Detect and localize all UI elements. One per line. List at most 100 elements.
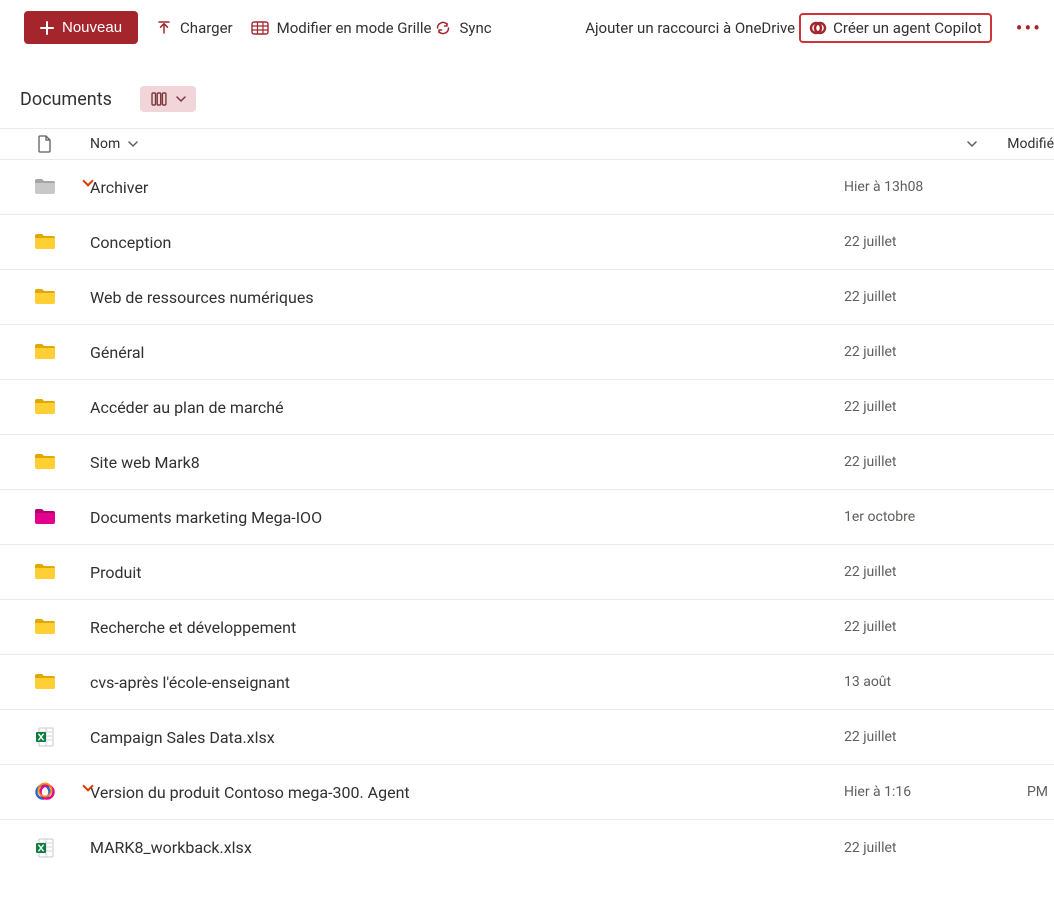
copilot-icon [809,19,827,37]
folder-icon [34,563,56,581]
create-copilot-agent-button[interactable]: Créer un agent Copilot [799,13,992,43]
folder-icon [34,673,56,691]
column-header-sort[interactable] [957,137,987,152]
table-row[interactable]: cvs-après l'école-enseignant 13 août [0,655,1054,710]
row-icon-slot [0,343,90,361]
view-selector[interactable] [140,86,196,112]
table-row[interactable]: Archiver Hier à 13h08 [0,160,1054,215]
onedrive-shortcut-button[interactable]: Ajouter un raccourci à OneDrive [585,19,795,37]
column-header-name-label: Nom [90,136,120,152]
row-icon-slot [0,781,90,803]
table-row[interactable]: Accéder au plan de marché 22 juillet [0,380,1054,435]
row-icon-slot [0,288,90,306]
upload-label: Charger [180,19,233,37]
row-name: Version du produit Contoso mega-300. Age… [90,783,844,802]
row-modified: 22 juillet [844,234,994,250]
excel-file-icon [35,727,55,747]
row-name: Archiver [90,178,844,197]
new-button-label: Nouveau [62,19,122,36]
row-icon-slot [0,398,90,416]
toolbar: Nouveau Charger Modifier en mode Grille … [0,0,1054,56]
new-button[interactable]: Nouveau [24,11,138,44]
file-list: Archiver Hier à 13h08 Conception 22 juil… [0,160,1054,875]
table-row[interactable]: Recherche et développement 22 juillet [0,600,1054,655]
sync-icon [435,20,451,36]
row-modified: 22 juillet [844,619,994,635]
folder-icon [34,453,56,471]
column-header-type[interactable] [0,135,90,153]
copilot-agent-icon [34,781,56,803]
grid-icon [251,20,269,36]
row-name: Documents marketing Mega-IOO [90,508,844,527]
row-icon-slot [0,178,90,196]
column-header-name[interactable]: Nom [90,136,957,152]
row-modified: 22 juillet [844,289,994,305]
table-row[interactable]: Documents marketing Mega-IOO 1er octobre [0,490,1054,545]
create-copilot-agent-label: Créer un agent Copilot [833,19,982,37]
row-modified: 22 juillet [844,564,994,580]
folder-icon [34,618,56,636]
row-modified: 22 juillet [844,729,994,745]
row-name: Produit [90,563,844,582]
row-modified: 22 juillet [844,344,994,360]
chevron-down-icon [176,95,186,103]
table-row[interactable]: Site web Mark8 22 juillet [0,435,1054,490]
excel-file-icon [35,838,55,858]
row-modified: 22 juillet [844,399,994,415]
library-header: Documents [0,56,1054,128]
column-header-modified[interactable]: Modifié [1007,136,1054,152]
row-icon-slot [0,453,90,471]
table-row[interactable]: Général 22 juillet [0,325,1054,380]
row-name: Site web Mark8 [90,453,844,472]
onedrive-shortcut-label: Ajouter un raccourci à OneDrive [585,19,795,37]
row-modified: 13 août [844,674,994,690]
row-modified: 22 juillet [844,840,994,856]
edit-grid-label: Modifier en mode Grille [277,19,432,37]
folder-icon [34,178,56,196]
row-extra: PM [994,784,1054,800]
chevron-down-icon [128,136,138,152]
folder-icon [34,508,56,526]
row-icon-slot [0,618,90,636]
row-name: Général [90,343,844,362]
plus-icon [40,21,54,35]
row-icon-slot [0,233,90,251]
view-icon [150,91,168,107]
row-icon-slot [0,838,90,858]
ellipsis-icon: ••• [1016,16,1042,40]
row-icon-slot [0,563,90,581]
table-row[interactable]: Campaign Sales Data.xlsx 22 juillet [0,710,1054,765]
table-row[interactable]: Conception 22 juillet [0,215,1054,270]
column-header-row: Nom Modifié [0,128,1054,160]
folder-icon [34,343,56,361]
folder-icon [34,233,56,251]
row-name: cvs-après l'école-enseignant [90,673,844,692]
table-row[interactable]: Produit 22 juillet [0,545,1054,600]
row-name: MARK8_workback.xlsx [90,838,844,857]
row-icon-slot [0,673,90,691]
row-name: Campaign Sales Data.xlsx [90,728,844,747]
row-modified: 22 juillet [844,454,994,470]
more-button[interactable]: ••• [1016,16,1042,40]
sync-label: Sync [459,19,491,37]
row-name: Accéder au plan de marché [90,398,844,417]
table-row[interactable]: Web de ressources numériques 22 juillet [0,270,1054,325]
row-modified: 1er octobre [844,509,994,525]
column-header-modified-label: Modifié [1007,136,1054,152]
row-name: Web de ressources numériques [90,288,844,307]
table-row[interactable]: MARK8_workback.xlsx 22 juillet [0,820,1054,875]
row-icon-slot [0,727,90,747]
folder-icon [34,288,56,306]
sync-button[interactable]: Sync [435,19,491,37]
row-name: Recherche et développement [90,618,844,637]
table-row[interactable]: Version du produit Contoso mega-300. Age… [0,765,1054,820]
folder-icon [34,398,56,416]
row-name: Conception [90,233,844,252]
upload-button[interactable]: Charger [156,19,233,37]
library-title: Documents [20,89,112,110]
edit-grid-button[interactable]: Modifier en mode Grille [251,19,432,37]
upload-icon [156,20,172,36]
row-icon-slot [0,508,90,526]
row-modified: Hier à 1:16 [844,784,994,800]
row-modified: Hier à 13h08 [844,179,994,195]
